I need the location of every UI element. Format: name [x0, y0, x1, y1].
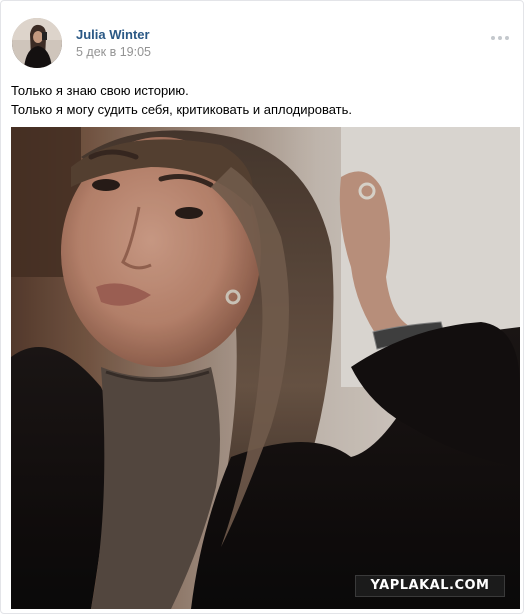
post-text-line-2: Только я могу судить себя, критиковать и… — [11, 102, 353, 117]
avatar[interactable] — [12, 18, 62, 68]
post-text-line-1: Только я знаю свою историю. — [11, 83, 189, 98]
more-dots-icon[interactable] — [491, 27, 515, 40]
post-text: Только я знаю свою историю. Только я мог… — [11, 81, 511, 119]
author-name-link[interactable]: Julia Winter — [76, 27, 150, 42]
post-photo[interactable] — [11, 127, 520, 609]
watermark-badge: YAPLAKAL.COM — [355, 575, 505, 597]
post-date[interactable]: 5 дек в 19:05 — [76, 45, 151, 59]
post-card: Julia Winter 5 дек в 19:05 Только я знаю… — [0, 0, 524, 614]
selfie-photo-image — [11, 127, 520, 609]
